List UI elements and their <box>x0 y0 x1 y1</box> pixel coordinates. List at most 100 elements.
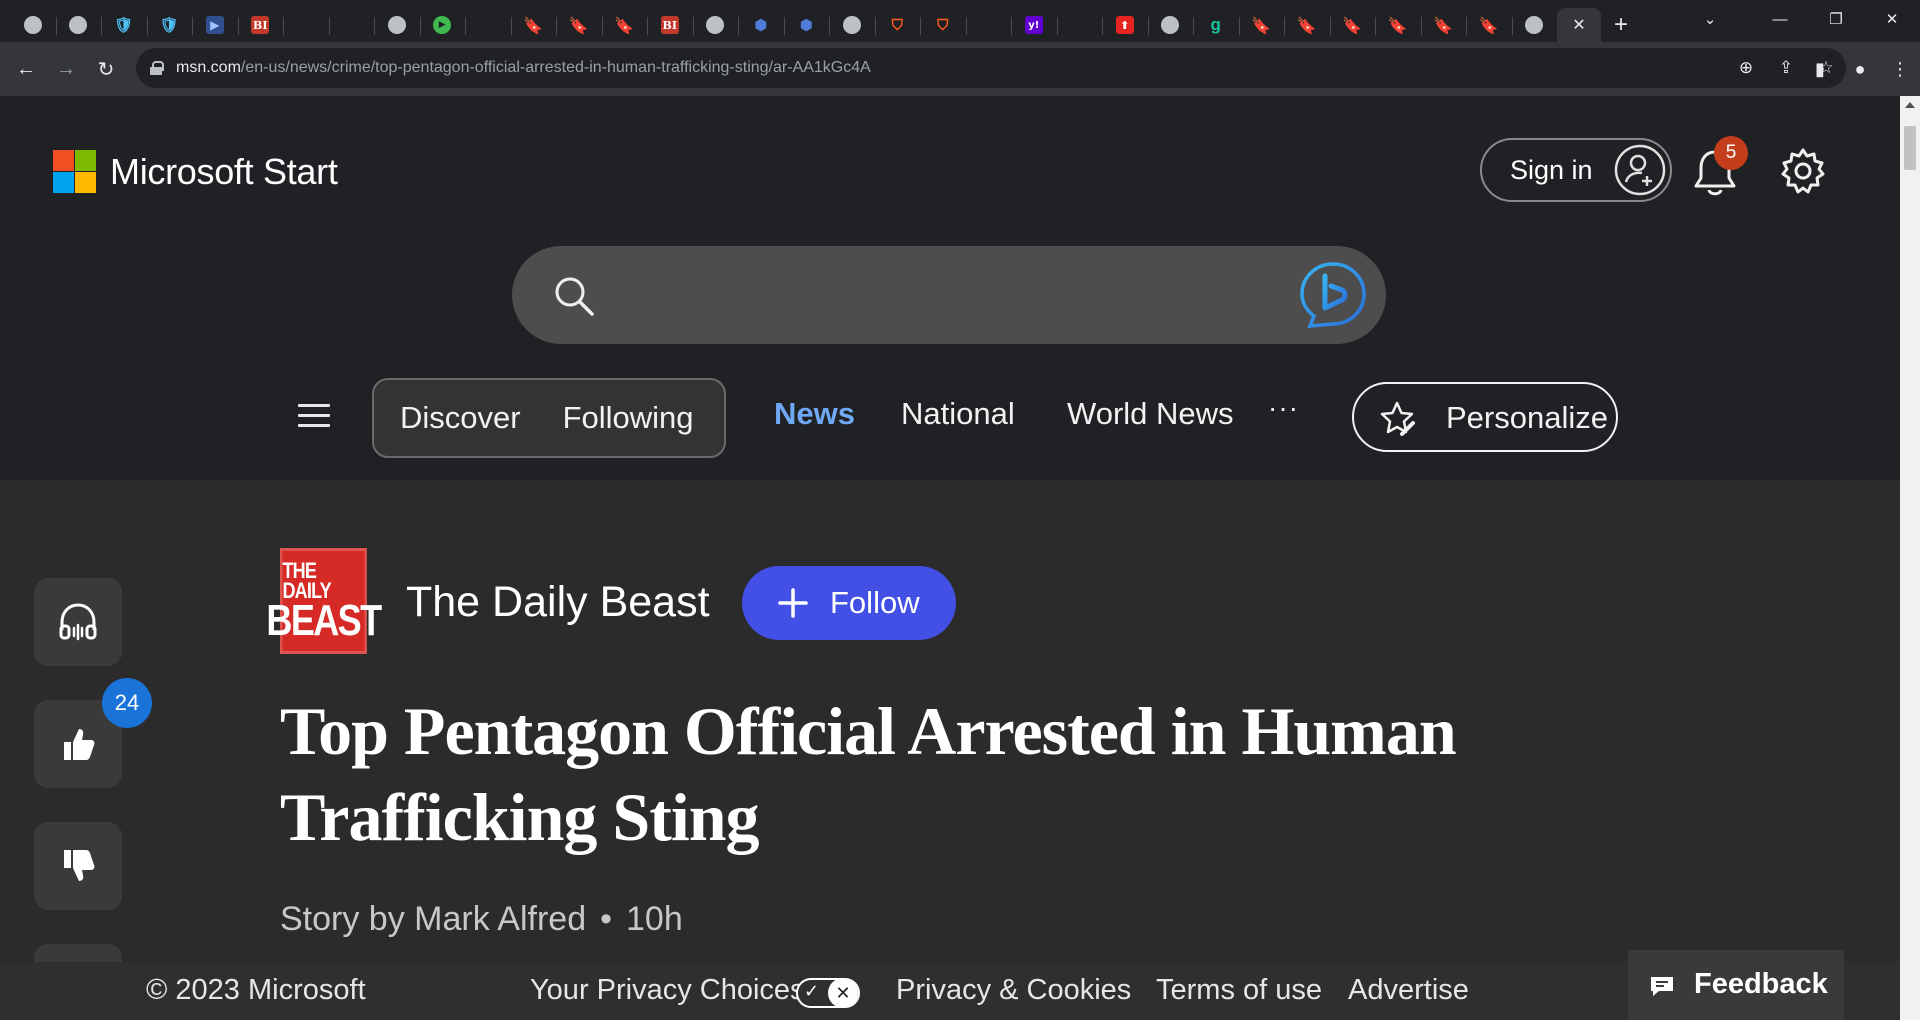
browser-tab[interactable]: ⌕ <box>1056 8 1103 42</box>
site-footer: © 2023 Microsoft Your Privacy Choices ✓ ✕… <box>0 962 1900 1020</box>
daily-beast-logo[interactable]: THE DAILY BEAST <box>266 548 382 654</box>
url-text[interactable]: msn.com/en-us/news/crime/top-pentagon-of… <box>176 59 871 77</box>
cube-icon: ⬢ <box>754 16 768 34</box>
nav-link-national[interactable]: National <box>901 396 1015 432</box>
search-input[interactable] <box>622 266 1242 324</box>
profile-icon[interactable]: ● <box>1840 59 1880 80</box>
url-host: msn.com <box>176 59 241 76</box>
browser-tab[interactable] <box>692 8 739 42</box>
privacy-cookies-link[interactable]: Privacy & Cookies <box>896 974 1131 1007</box>
browser-tab[interactable]: 🔖 <box>1238 8 1285 42</box>
forward-button[interactable]: → <box>46 49 86 89</box>
back-button[interactable]: ← <box>6 49 46 89</box>
browser-tab[interactable]: ▶ <box>419 8 466 42</box>
source-name[interactable]: The Daily Beast <box>406 578 710 627</box>
following-tab[interactable]: Following <box>547 400 720 436</box>
restore-button[interactable]: ❐ <box>1808 0 1864 38</box>
play-icon: ▶ <box>433 16 452 34</box>
browser-tab[interactable] <box>829 8 875 42</box>
more-categories-button[interactable]: ··· <box>1268 392 1299 424</box>
scrollbar-thumb[interactable] <box>1904 126 1916 170</box>
web-search-box[interactable] <box>512 246 1386 344</box>
nav-link-world-news[interactable]: World News <box>1067 396 1234 432</box>
new-tab-button[interactable]: + <box>1601 8 1641 42</box>
feedback-button[interactable]: Feedback <box>1628 950 1844 1020</box>
sign-in-button[interactable]: Sign in <box>1480 138 1672 202</box>
hamburger-menu-icon[interactable] <box>298 404 330 430</box>
zoom-icon[interactable]: ⊕ <box>1726 48 1766 88</box>
author-text: Story by Mark Alfred <box>280 900 587 938</box>
browser-tab[interactable]: ⛉ <box>874 8 921 42</box>
window-controls: ⌄ — ❐ ✕ <box>1682 0 1920 38</box>
globe-icon <box>387 16 406 34</box>
close-tab-icon[interactable]: ✕ <box>1572 15 1585 35</box>
bing-chat-icon[interactable] <box>1298 260 1368 330</box>
advertise-link[interactable]: Advertise <box>1348 974 1469 1007</box>
active-browser-tab[interactable]: ✕ <box>1557 8 1601 42</box>
grammarly-icon: g <box>1210 15 1221 34</box>
browser-tab[interactable]: y! <box>1011 8 1057 42</box>
browser-tab[interactable]: ⬢ <box>783 8 830 42</box>
article-headline: Top Pentagon Official Arrested in Human … <box>280 693 1457 855</box>
browser-tab[interactable]: ⌕ <box>328 8 1281 215</box>
tab-search-chevron-icon[interactable]: ⌄ <box>1682 0 1738 38</box>
follow-button[interactable]: Follow <box>742 566 956 640</box>
browser-tab[interactable] <box>1511 8 1558 42</box>
bookmark-orange-icon: 🔖 <box>1251 15 1272 35</box>
browser-tab[interactable]: ⌕ <box>965 8 1918 215</box>
search-icon[interactable] <box>552 274 596 318</box>
article-byline: Story by Mark Alfred • 10h <box>280 900 683 939</box>
side-panel-icon[interactable]: ▮ <box>1800 59 1840 80</box>
headphones-icon <box>59 603 97 641</box>
browser-tab[interactable]: 🔖 <box>1284 8 1330 42</box>
browser-tab[interactable] <box>10 8 56 42</box>
globe-icon <box>23 16 42 34</box>
browser-tab[interactable]: 🔖 <box>1466 8 1512 42</box>
browser-tab[interactable]: ⬆ <box>1102 8 1148 42</box>
privacy-choices-link[interactable]: Your Privacy Choices <box>530 974 805 1007</box>
browser-tab[interactable]: 🛡 <box>146 8 193 42</box>
bookmark-orange-icon: 🔖 <box>1433 15 1454 35</box>
browser-tab[interactable]: 🔖 <box>601 8 648 42</box>
business-insider-icon: BI <box>660 16 679 34</box>
bookmark-blue-icon: ▶ <box>205 16 224 34</box>
browser-tab[interactable]: 🔖 <box>1329 8 1376 42</box>
personalize-label: Personalize <box>1446 400 1608 435</box>
browser-tab[interactable]: ⛉ <box>920 8 966 42</box>
browser-tab[interactable] <box>374 8 420 42</box>
settings-gear-icon[interactable] <box>1778 146 1828 196</box>
browser-tab[interactable]: ⬢ <box>738 8 784 42</box>
browser-tab[interactable]: 🔖 <box>556 8 602 42</box>
address-bar[interactable]: msn.com/en-us/news/crime/top-pentagon-of… <box>136 48 1846 88</box>
brand-link[interactable]: Microsoft Start <box>53 150 338 193</box>
browser-tab[interactable]: BI <box>237 8 284 42</box>
close-window-button[interactable]: ✕ <box>1864 0 1920 38</box>
plus-icon <box>778 588 808 618</box>
browser-tab[interactable]: 🔖 <box>1420 8 1467 42</box>
terms-of-use-link[interactable]: Terms of use <box>1156 974 1322 1007</box>
personalize-button[interactable]: Personalize <box>1352 382 1618 452</box>
menu-kebab-icon[interactable]: ⋮ <box>1880 59 1920 80</box>
reload-button[interactable]: ↻ <box>86 49 126 89</box>
browser-tab[interactable]: ▶ <box>192 8 238 42</box>
browser-tab[interactable]: g <box>1193 8 1239 42</box>
discover-tab[interactable]: Discover <box>374 400 547 436</box>
browser-tab[interactable]: ⌕ <box>465 8 1418 215</box>
bookmark-orange-icon: 🔖 <box>1342 15 1363 35</box>
page-scrollbar[interactable] <box>1900 96 1920 1020</box>
privacy-choices-toggle-icon[interactable]: ✓ ✕ <box>796 978 860 1008</box>
browser-tab[interactable]: BI <box>647 8 693 42</box>
scroll-up-arrow-icon[interactable] <box>1905 102 1915 108</box>
feed-toggle-group: Discover Following <box>372 378 726 458</box>
minimize-button[interactable]: — <box>1752 0 1808 38</box>
nav-link-news[interactable]: News <box>774 396 855 432</box>
browser-tab[interactable]: ⌕ <box>283 8 1236 215</box>
browser-tab[interactable]: 🔖 <box>510 8 557 42</box>
browser-tab[interactable] <box>1147 8 1194 42</box>
category-nav: Discover Following News National World N… <box>0 378 1900 460</box>
browser-tab[interactable]: 🛡 <box>101 8 147 42</box>
dislike-button[interactable] <box>34 822 122 910</box>
browser-tab[interactable] <box>55 8 102 42</box>
listen-button[interactable] <box>34 578 122 666</box>
browser-tab[interactable]: 🔖 <box>1375 8 1421 42</box>
